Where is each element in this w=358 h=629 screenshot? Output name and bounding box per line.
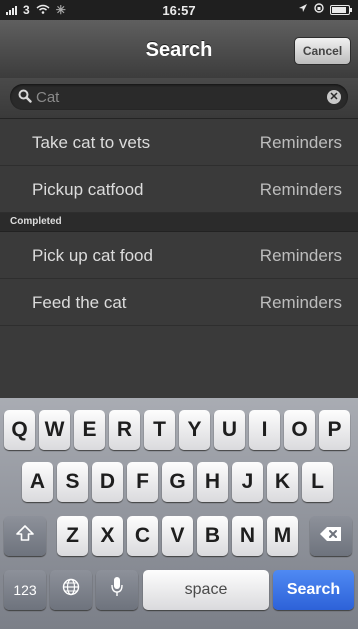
key-q[interactable]: Q: [4, 410, 35, 450]
key-n[interactable]: N: [232, 516, 263, 556]
backspace-key[interactable]: [310, 516, 352, 556]
keyboard: Q W E R T Y U I O P A S D F G H J K L Z …: [0, 398, 358, 629]
result-title: Feed the cat: [32, 293, 127, 312]
result-source: Reminders: [259, 293, 342, 312]
key-h[interactable]: H: [197, 462, 228, 502]
result-source: Reminders: [259, 133, 342, 152]
result-title: Pick up cat food: [32, 246, 153, 265]
key-g[interactable]: G: [162, 462, 193, 502]
key-t[interactable]: T: [144, 410, 175, 450]
space-key[interactable]: space: [143, 570, 269, 610]
key-s[interactable]: S: [57, 462, 88, 502]
search-input[interactable]: [36, 87, 316, 107]
key-x[interactable]: X: [92, 516, 123, 556]
key-r[interactable]: R: [109, 410, 140, 450]
microphone-icon: [110, 576, 124, 604]
search-bar: ✕: [0, 78, 358, 119]
navigation-bar: Search Cancel: [0, 20, 358, 79]
result-source: Reminders: [259, 180, 342, 199]
numbers-key[interactable]: 123: [4, 570, 46, 610]
completed-section-header: Completed: [0, 213, 358, 232]
result-row[interactable]: Feed the cat Reminders: [0, 279, 358, 326]
globe-key[interactable]: [50, 570, 92, 610]
search-field[interactable]: ✕: [10, 84, 348, 110]
key-f[interactable]: F: [127, 462, 158, 502]
result-row[interactable]: Pickup catfood Reminders: [0, 166, 358, 213]
key-j[interactable]: J: [232, 462, 263, 502]
key-p[interactable]: P: [319, 410, 350, 450]
result-source: Reminders: [259, 246, 342, 265]
result-title: Pickup catfood: [32, 180, 144, 199]
key-i[interactable]: I: [249, 410, 280, 450]
key-w[interactable]: W: [39, 410, 70, 450]
key-v[interactable]: V: [162, 516, 193, 556]
result-title: Take cat to vets: [32, 133, 151, 152]
status-bar: 3 ✳ 16:57: [0, 0, 358, 20]
shift-key[interactable]: [4, 516, 46, 556]
result-row[interactable]: Pick up cat food Reminders: [0, 232, 358, 279]
dictation-key[interactable]: [96, 570, 138, 610]
key-y[interactable]: Y: [179, 410, 210, 450]
shift-icon: [15, 524, 35, 548]
key-m[interactable]: M: [267, 516, 298, 556]
search-key[interactable]: Search: [273, 570, 354, 610]
clear-icon[interactable]: ✕: [327, 90, 341, 104]
key-k[interactable]: K: [267, 462, 298, 502]
key-c[interactable]: C: [127, 516, 158, 556]
key-u[interactable]: U: [214, 410, 245, 450]
cancel-button[interactable]: Cancel: [294, 37, 351, 65]
key-b[interactable]: B: [197, 516, 228, 556]
globe-icon: [61, 577, 81, 603]
search-screen: 3 ✳ 16:57 Search Cancel ✕: [0, 0, 358, 629]
key-d[interactable]: D: [92, 462, 123, 502]
battery-icon: [330, 4, 352, 15]
key-l[interactable]: L: [302, 462, 333, 502]
location-arrow-icon: [298, 3, 308, 16]
key-o[interactable]: O: [284, 410, 315, 450]
key-e[interactable]: E: [74, 410, 105, 450]
result-row[interactable]: Take cat to vets Reminders: [0, 119, 358, 166]
lock-rotation-icon: [314, 3, 324, 16]
key-z[interactable]: Z: [57, 516, 88, 556]
key-a[interactable]: A: [22, 462, 53, 502]
search-results-list: Take cat to vets Reminders Pickup catfoo…: [0, 119, 358, 398]
search-icon: [18, 89, 32, 108]
backspace-icon: [319, 524, 343, 548]
